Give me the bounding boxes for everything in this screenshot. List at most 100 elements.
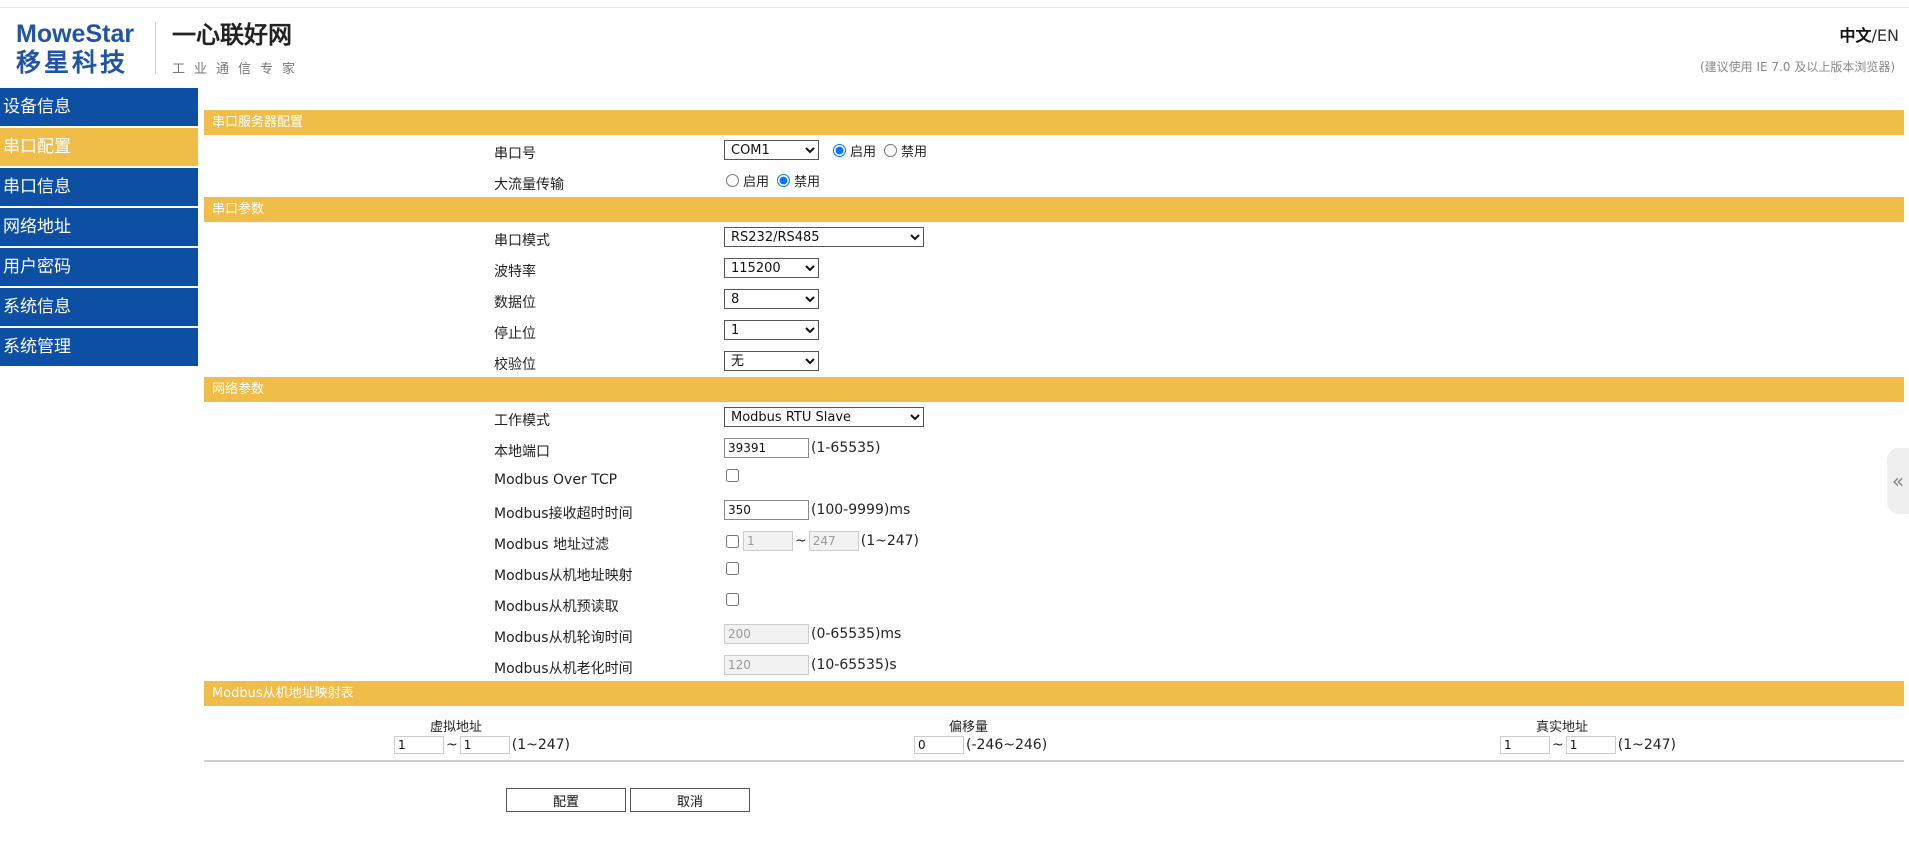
port-label: 串口号 [494, 146, 536, 162]
logo-text-en: MoweStar [16, 20, 135, 48]
sidebar-item-device-info[interactable]: 设备信息 [0, 88, 198, 126]
section-map-table: Modbus从机地址映射表 [204, 681, 1904, 706]
port-enable-label: 启用 [850, 144, 877, 160]
port-select[interactable]: COM1 [724, 140, 819, 160]
virtual-to-input[interactable] [459, 736, 510, 754]
col-offset: 偏移量 [949, 720, 989, 735]
map-table-row: ~ (1~247) (-246~246) ~ (1~247) [204, 736, 1904, 758]
row-aging-time: Modbus从机老化时间 (10-65535)s [204, 650, 1904, 681]
filter-to-input[interactable] [808, 531, 859, 551]
filter-range: (1~247) [860, 533, 920, 549]
virtual-tilde: ~ [446, 737, 458, 753]
map-table-header: 虚拟地址 偏移量 真实地址 [204, 706, 1904, 736]
real-from-input[interactable] [1500, 736, 1550, 754]
port-disable-label: 禁用 [901, 144, 928, 160]
timeout-input[interactable] [724, 500, 809, 520]
stop-bits-select[interactable]: 1 [724, 320, 819, 340]
action-buttons: 配置 取消 [506, 788, 750, 812]
bulk-disable-label: 禁用 [794, 175, 821, 190]
poll-range: (0-65535)ms [811, 626, 902, 642]
aging-input[interactable] [724, 655, 809, 675]
sidebar-item-system-info[interactable]: 系统信息 [0, 288, 198, 326]
data-bits-label: 数据位 [494, 295, 536, 311]
row-serial-mode: 串口模式 RS232/RS485 [204, 222, 1904, 253]
over-tcp-label: Modbus Over TCP [494, 472, 618, 488]
work-mode-label: 工作模式 [494, 413, 550, 429]
offset-range: (-246~246) [966, 737, 1048, 753]
language-switch: 中文/EN [1840, 22, 1899, 46]
timeout-label: Modbus接收超时时间 [494, 506, 633, 522]
sidebar-item-user-password[interactable]: 用户密码 [0, 248, 198, 286]
slogan-sub: 工业通信专家 [172, 62, 305, 77]
row-slave-preread: Modbus从机预读取 [204, 588, 1904, 619]
bulk-enable-label: 启用 [743, 175, 770, 190]
top-border [0, 0, 1909, 8]
cancel-button[interactable]: 取消 [630, 788, 750, 812]
poll-input[interactable] [724, 624, 809, 644]
slave-map-checkbox[interactable] [726, 562, 739, 575]
row-slave-map: Modbus从机地址映射 [204, 557, 1904, 588]
baud-select[interactable]: 115200 [724, 258, 819, 278]
stop-bits-label: 停止位 [494, 326, 536, 342]
port-enable-radio[interactable] [833, 143, 846, 157]
filter-checkbox[interactable] [726, 534, 739, 548]
port-disable-radio[interactable] [884, 143, 898, 157]
bulk-disable-radio[interactable] [777, 174, 791, 187]
real-to-input[interactable] [1565, 736, 1616, 754]
sidebar-item-serial-config[interactable]: 串口配置 [0, 128, 198, 166]
logo-text-cn: 移星科技 [16, 48, 129, 77]
section-serial-server: 串口服务器配置 [204, 110, 1904, 135]
serial-mode-label: 串口模式 [494, 233, 550, 249]
lang-en-link[interactable]: EN [1877, 26, 1899, 45]
apply-button[interactable]: 配置 [506, 788, 626, 812]
slave-preread-label: Modbus从机预读取 [494, 599, 619, 615]
filter-from-input[interactable] [743, 531, 793, 551]
virtual-from-input[interactable] [394, 736, 444, 754]
bulk-label: 大流量传输 [494, 177, 564, 193]
main-content: 串口服务器配置 串口号 COM1 启用 禁用 大流量传输 启用 禁用 串口参数 串… [204, 110, 1904, 762]
serial-mode-select[interactable]: RS232/RS485 [724, 227, 924, 247]
sidebar-item-network-address[interactable]: 网络地址 [0, 208, 198, 246]
slogan-main: 一心联好网 [172, 21, 292, 49]
row-baud: 波特率 115200 [204, 253, 1904, 284]
slogan: 一心联好网 工业通信专家 [172, 20, 304, 77]
row-local-port: 本地端口 (1-65535) [204, 433, 1904, 464]
poll-label: Modbus从机轮询时间 [494, 630, 633, 646]
aging-range: (10-65535)s [811, 657, 897, 673]
double-chevron-left-icon[interactable]: « [1887, 448, 1909, 514]
baud-label: 波特率 [494, 264, 536, 280]
logo-divider [155, 22, 156, 74]
row-bulk-transfer: 大流量传输 启用 禁用 [204, 166, 1904, 197]
over-tcp-checkbox[interactable] [726, 469, 739, 482]
local-port-label: 本地端口 [494, 444, 550, 460]
lang-zh-link[interactable]: 中文 [1840, 26, 1872, 45]
row-work-mode: 工作模式 Modbus RTU Slave [204, 402, 1904, 433]
aging-label: Modbus从机老化时间 [494, 661, 633, 677]
row-data-bits: 数据位 8 [204, 284, 1904, 315]
row-parity: 校验位 无 [204, 346, 1904, 377]
work-mode-select[interactable]: Modbus RTU Slave [724, 407, 924, 427]
timeout-range: (100-9999)ms [811, 502, 911, 518]
sidebar-item-system-management[interactable]: 系统管理 [0, 328, 198, 366]
section-network-params: 网络参数 [204, 377, 1904, 402]
local-port-range: (1-65535) [811, 440, 881, 456]
col-real-address: 真实地址 [1536, 720, 1589, 735]
sidebar-nav: 设备信息 串口配置 串口信息 网络地址 用户密码 系统信息 系统管理 [0, 88, 198, 368]
row-over-tcp: Modbus Over TCP [204, 464, 1904, 495]
row-timeout: Modbus接收超时时间 (100-9999)ms [204, 495, 1904, 526]
table-divider [204, 760, 1904, 762]
filter-tilde: ~ [795, 533, 807, 549]
sidebar-item-serial-info[interactable]: 串口信息 [0, 168, 198, 206]
offset-input[interactable] [914, 736, 964, 754]
data-bits-select[interactable]: 8 [724, 289, 819, 309]
section-serial-params: 串口参数 [204, 197, 1904, 222]
row-poll-time: Modbus从机轮询时间 (0-65535)ms [204, 619, 1904, 650]
parity-select[interactable]: 无 [724, 351, 819, 371]
row-port: 串口号 COM1 启用 禁用 [204, 135, 1904, 166]
browser-tip: (建议使用 IE 7.0 及以上版本浏览器) [1699, 60, 1895, 74]
local-port-input[interactable] [724, 438, 809, 458]
slave-preread-checkbox[interactable] [726, 593, 739, 606]
virtual-range: (1~247) [511, 737, 571, 753]
row-stop-bits: 停止位 1 [204, 315, 1904, 346]
bulk-enable-radio[interactable] [726, 174, 739, 187]
